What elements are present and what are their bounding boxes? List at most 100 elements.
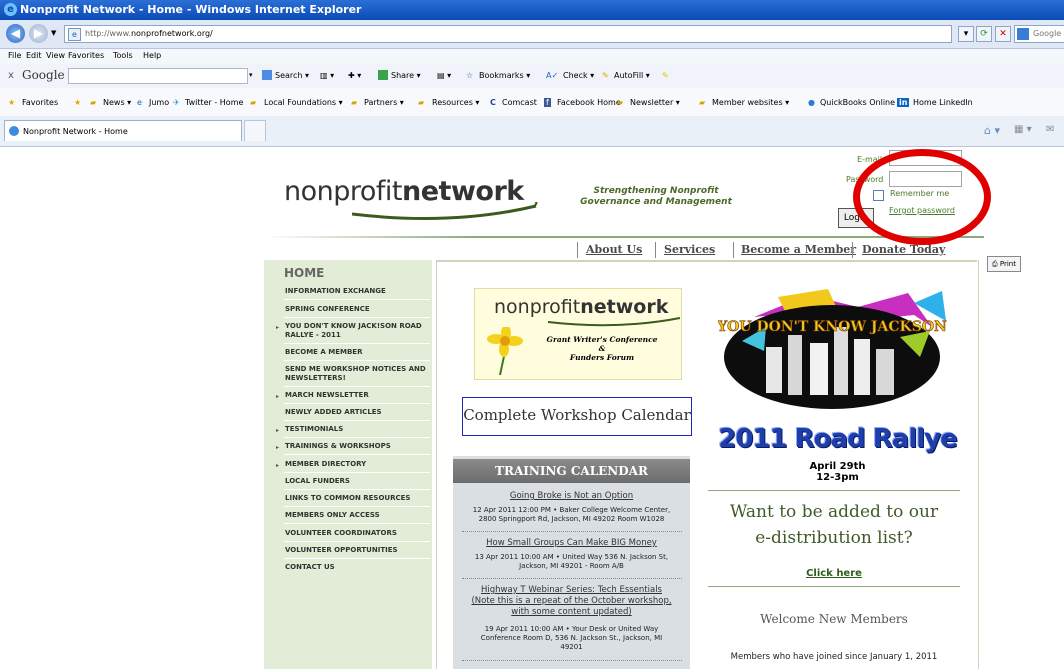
toolbar-options-icon[interactable]: ▥ ▾ <box>320 71 334 80</box>
sidebar-item-march-newsletter[interactable]: MARCH NEWSLETTER <box>285 391 430 400</box>
sidebar-item-volunteer-opportunities[interactable]: VOLUNTEER OPPORTUNITIES <box>285 546 430 555</box>
grant-banner-subtitle: Grant Writer's Conference & Funders Foru… <box>546 335 658 362</box>
sidebar-divider <box>284 437 430 438</box>
sidewiki-icon[interactable]: ▤ ▾ <box>437 71 451 80</box>
fav-local-foundations[interactable]: Local Foundations ▾ <box>264 98 343 107</box>
grant-banner-logo: nonprofitnetwork <box>494 296 669 318</box>
back-button[interactable]: ◀ <box>6 24 25 43</box>
fav-news[interactable]: News ▾ <box>103 98 131 107</box>
google-search-icon <box>262 70 272 80</box>
menu-help[interactable]: Help <box>143 51 161 60</box>
sidebar-divider <box>284 343 430 344</box>
feeds-icon[interactable]: ▦ ▾ <box>1014 124 1032 135</box>
autofill-button[interactable]: AutoFill ▾ <box>614 71 650 80</box>
print-icon: ⎙ <box>992 260 998 268</box>
sidebar-item-trainings-workshops[interactable]: TRAININGS & WORKSHOPS <box>285 442 430 451</box>
event-title-link[interactable]: Highway T Webinar Series: Tech Essential… <box>455 585 688 618</box>
distribution-list-heading: Want to be added to our e-distribution l… <box>729 502 939 548</box>
fav-twitter[interactable]: Twitter - Home <box>185 98 243 107</box>
print-button[interactable]: ⎙ Print <box>987 256 1021 272</box>
new-tab-button[interactable] <box>244 120 266 141</box>
menu-tools[interactable]: Tools <box>113 51 133 60</box>
google-search-button[interactable]: Search ▾ <box>275 71 309 80</box>
menu-file[interactable]: File <box>8 51 21 60</box>
fav-jumo[interactable]: Jumo <box>149 98 169 107</box>
address-bar[interactable]: e http://www.nonprofnetwork.org/ <box>64 25 952 43</box>
complete-workshop-calendar-link[interactable]: Complete Workshop Calendar <box>462 397 692 436</box>
fav-linkedin[interactable]: Home LinkedIn <box>913 98 973 107</box>
folder-icon: ▰ <box>90 98 97 107</box>
sidebar-item-become-a-member[interactable]: BECOME A MEMBER <box>285 348 430 357</box>
fav-comcast[interactable]: Comcast <box>502 98 537 107</box>
home-icon[interactable]: ⌂ ▾ <box>984 124 1000 137</box>
tab-title: Nonprofit Network - Home <box>23 127 128 136</box>
sidebar-item-members-only-access[interactable]: MEMBERS ONLY ACCESS <box>285 511 430 520</box>
google-search-dropdown-icon[interactable]: ▾ <box>249 71 253 79</box>
tab-page-icon <box>9 126 19 136</box>
nav-services[interactable]: Services <box>664 243 715 256</box>
sidebar-item-workshop-notices[interactable]: SEND ME WORKSHOP NOTICES AND NEWSLETTERS… <box>285 365 430 383</box>
refresh-icon[interactable]: ⟳ <box>976 26 992 42</box>
sidebar-item-newly-added-articles[interactable]: NEWLY ADDED ARTICLES <box>285 408 430 417</box>
fav-partners[interactable]: Partners ▾ <box>364 98 404 107</box>
add-favorite-icon[interactable]: ★ <box>74 98 81 107</box>
sidebar-item-testimonials[interactable]: TESTIMONIALS <box>285 425 430 434</box>
sidebar-item-local-funders[interactable]: LOCAL FUNDERS <box>285 477 430 486</box>
sidebar-item-contact-us[interactable]: CONTACT US <box>285 563 430 572</box>
search-box[interactable]: Google <box>1014 25 1064 43</box>
nav-separator <box>852 242 853 258</box>
nav-become-a-member[interactable]: Become a Member <box>741 243 856 256</box>
fav-resources[interactable]: Resources ▾ <box>432 98 479 107</box>
event-title-link[interactable]: How Small Groups Can Make BIG Money <box>455 538 688 549</box>
event-title-link[interactable]: Going Broke is Not an Option <box>455 491 688 502</box>
menu-edit[interactable]: Edit <box>26 51 42 60</box>
bookmarks-button[interactable]: Bookmarks ▾ <box>479 71 530 80</box>
highlighter-icon[interactable]: ✎ <box>662 71 669 80</box>
mail-icon[interactable]: ✉ <box>1046 124 1054 135</box>
share-button[interactable]: Share ▾ <box>391 71 421 80</box>
sidebar-divider <box>284 360 430 361</box>
window-title-bar: e Nonprofit Network - Home - Windows Int… <box>0 0 1064 20</box>
spellcheck-icon: A✓ <box>546 71 559 80</box>
tab-nonprofit-network-home[interactable]: Nonprofit Network - Home <box>4 120 242 141</box>
fav-facebook[interactable]: Facebook Home <box>557 98 621 107</box>
sidebar-item-member-directory[interactable]: MEMBER DIRECTORY <box>285 460 430 469</box>
menu-favorites[interactable]: Favorites <box>68 51 104 60</box>
sidebar-item-links-to-common-resources[interactable]: LINKS TO COMMON RESOURCES <box>285 494 430 503</box>
sidebar-item-information-exchange[interactable]: INFORMATION EXCHANGE <box>285 287 430 296</box>
toolbar-plus-icon[interactable]: ✚ ▾ <box>348 71 361 80</box>
navigation-bar: ◀ ▶ ▼ e http://www.nonprofnetwork.org/ ▾… <box>0 20 1064 49</box>
folder-icon: ▰ <box>250 98 257 107</box>
page-icon: e <box>68 28 81 41</box>
favorites-star-icon: ★ <box>8 98 16 107</box>
google-search-input[interactable] <box>68 68 248 84</box>
fav-quickbooks[interactable]: QuickBooks Online <box>820 98 895 107</box>
toolbar-close-icon[interactable]: x <box>8 70 14 81</box>
forward-button[interactable]: ▶ <box>29 24 48 43</box>
nav-separator <box>733 242 734 258</box>
sidebar-item-spring-conference[interactable]: SPRING CONFERENCE <box>285 305 430 314</box>
stop-icon[interactable]: ✕ <box>995 26 1011 42</box>
submenu-arrow-icon: ▸ <box>276 427 280 434</box>
submenu-arrow-icon: ▸ <box>276 324 280 331</box>
event-details: 12 Apr 2011 12:00 PM • Baker College Wel… <box>472 506 671 523</box>
click-here-link[interactable]: Click here <box>708 568 960 579</box>
nav-donate-today[interactable]: Donate Today <box>862 243 945 256</box>
logo-swoosh <box>352 202 538 220</box>
sidebar-item-volunteer-coordinators[interactable]: VOLUNTEER COORDINATORS <box>285 529 430 538</box>
menu-bar: File Edit View Favorites Tools Help <box>0 49 1064 64</box>
check-button[interactable]: Check ▾ <box>563 71 594 80</box>
favorites-button[interactable]: Favorites <box>22 98 58 107</box>
fav-newsletter[interactable]: Newsletter ▾ <box>630 98 680 107</box>
sidebar-item-road-rallye[interactable]: YOU DON'T KNOW JACK!SON ROAD RALLYE - 20… <box>285 322 430 340</box>
history-dropdown-icon[interactable]: ▼ <box>51 29 56 37</box>
address-dropdown-icon[interactable]: ▾ <box>958 26 974 42</box>
fav-member-websites[interactable]: Member websites ▾ <box>712 98 789 107</box>
menu-view[interactable]: View <box>46 51 65 60</box>
nav-about-us[interactable]: About Us <box>586 243 642 256</box>
road-rallye-image[interactable]: YOU DON'T KNOW JACKSON <box>718 287 958 413</box>
sidebar-home[interactable]: HOME <box>284 266 324 280</box>
road-rallye-title: 2011 Road Rallye <box>718 424 957 454</box>
sidebar-divider <box>284 420 430 421</box>
quickbooks-icon: ● <box>808 98 815 107</box>
